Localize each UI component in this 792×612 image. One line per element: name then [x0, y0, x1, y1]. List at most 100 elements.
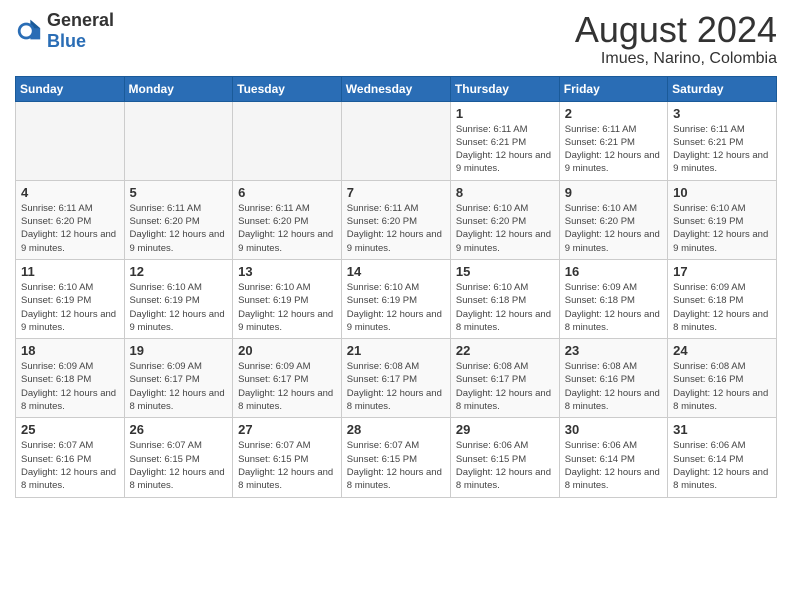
day-info: Sunrise: 6:06 AMSunset: 6:15 PMDaylight:…	[456, 439, 554, 492]
calendar-cell: 29 Sunrise: 6:06 AMSunset: 6:15 PMDayligh…	[450, 418, 559, 497]
day-number: 27	[238, 422, 336, 437]
calendar-cell: 3 Sunrise: 6:11 AMSunset: 6:21 PMDaylight…	[668, 101, 777, 180]
calendar-table: SundayMondayTuesdayWednesdayThursdayFrid…	[15, 76, 777, 498]
calendar-cell: 28 Sunrise: 6:07 AMSunset: 6:15 PMDayligh…	[341, 418, 450, 497]
calendar-cell: 16Sunrise: 6:09 AMSunset: 6:18 PMDayligh…	[559, 259, 667, 338]
calendar-week-row: 18Sunrise: 6:09 AMSunset: 6:18 PMDayligh…	[16, 339, 777, 418]
weekday-header-monday: Monday	[124, 76, 233, 101]
logo-blue: Blue	[47, 31, 86, 51]
day-info: Sunrise: 6:08 AMSunset: 6:16 PMDaylight:…	[673, 360, 771, 413]
day-number: 30	[565, 422, 662, 437]
weekday-header-saturday: Saturday	[668, 76, 777, 101]
day-info: Sunrise: 6:09 AMSunset: 6:17 PMDaylight:…	[130, 360, 228, 413]
calendar-cell: 11Sunrise: 6:10 AMSunset: 6:19 PMDayligh…	[16, 259, 125, 338]
day-info: Sunrise: 6:07 AMSunset: 6:16 PMDaylight:…	[21, 439, 119, 492]
day-info: Sunrise: 6:11 AMSunset: 6:20 PMDaylight:…	[347, 202, 445, 255]
day-info: Sunrise: 6:10 AMSunset: 6:19 PMDaylight:…	[347, 281, 445, 334]
day-info: Sunrise: 6:09 AMSunset: 6:18 PMDaylight:…	[673, 281, 771, 334]
day-info: Sunrise: 6:11 AMSunset: 6:21 PMDaylight:…	[673, 123, 771, 176]
day-number: 4	[21, 185, 119, 200]
calendar-week-row: 11 Sunrise: 6:10 AMSunset: 6:19 PMDayligh…	[16, 259, 777, 338]
day-info: Sunrise: 6:11 AMSunset: 6:21 PMDaylight:…	[565, 123, 662, 176]
day-number: 29	[456, 422, 554, 437]
weekday-header-friday: Friday	[559, 76, 667, 101]
calendar-week-row: 4 Sunrise: 6:11 AMSunset: 6:20 PMDaylight…	[16, 180, 777, 259]
day-number: 3	[673, 106, 771, 121]
calendar-cell: 2 Sunrise: 6:11 AMSunset: 6:21 PMDaylight…	[559, 101, 667, 180]
weekday-header-sunday: Sunday	[16, 76, 125, 101]
day-number: 12	[130, 264, 228, 279]
calendar-cell: 14 Sunrise: 6:10 AMSunset: 6:19 PMDayligh…	[341, 259, 450, 338]
calendar-cell: 23 Sunrise: 6:08 AMSunset: 6:16 PMDayligh…	[559, 339, 667, 418]
day-number: 8	[456, 185, 554, 200]
day-number: 23	[565, 343, 662, 358]
day-number: 17	[673, 264, 771, 279]
calendar-cell: 6 Sunrise: 6:11 AMSunset: 6:20 PMDaylight…	[233, 180, 342, 259]
calendar-cell: 26 Sunrise: 6:07 AMSunset: 6:15 PMDayligh…	[124, 418, 233, 497]
day-number: 5	[130, 185, 228, 200]
calendar-cell: 15Sunrise: 6:10 AMSunset: 6:18 PMDayligh…	[450, 259, 559, 338]
calendar-cell: 1 Sunrise: 6:11 AMSunset: 6:21 PMDaylight…	[450, 101, 559, 180]
calendar-cell: 17 Sunrise: 6:09 AMSunset: 6:18 PMDayligh…	[668, 259, 777, 338]
calendar-cell: 19Sunrise: 6:09 AMSunset: 6:17 PMDayligh…	[124, 339, 233, 418]
weekday-header-thursday: Thursday	[450, 76, 559, 101]
day-info: Sunrise: 6:06 AMSunset: 6:14 PMDaylight:…	[565, 439, 662, 492]
calendar-cell: 10 Sunrise: 6:10 AMSunset: 6:19 PMDayligh…	[668, 180, 777, 259]
day-info: Sunrise: 6:06 AMSunset: 6:14 PMDaylight:…	[673, 439, 771, 492]
day-info: Sunrise: 6:11 AMSunset: 6:20 PMDaylight:…	[238, 202, 336, 255]
day-info: Sunrise: 6:10 AMSunset: 6:19 PMDaylight:…	[130, 281, 228, 334]
location-subtitle: Imues, Narino, Colombia	[575, 50, 777, 68]
calendar-cell: 21 Sunrise: 6:08 AMSunset: 6:17 PMDayligh…	[341, 339, 450, 418]
calendar-cell: 5Sunrise: 6:11 AMSunset: 6:20 PMDaylight…	[124, 180, 233, 259]
day-info: Sunrise: 6:08 AMSunset: 6:17 PMDaylight:…	[347, 360, 445, 413]
day-number: 10	[673, 185, 771, 200]
calendar-cell: 4 Sunrise: 6:11 AMSunset: 6:20 PMDaylight…	[16, 180, 125, 259]
month-year-title: August 2024	[575, 10, 777, 50]
day-info: Sunrise: 6:10 AMSunset: 6:19 PMDaylight:…	[673, 202, 771, 255]
day-number: 24	[673, 343, 771, 358]
weekday-header-tuesday: Tuesday	[233, 76, 342, 101]
logo-text: General Blue	[47, 10, 114, 52]
day-info: Sunrise: 6:07 AMSunset: 6:15 PMDaylight:…	[347, 439, 445, 492]
day-info: Sunrise: 6:07 AMSunset: 6:15 PMDaylight:…	[130, 439, 228, 492]
calendar-header-row: SundayMondayTuesdayWednesdayThursdayFrid…	[16, 76, 777, 101]
calendar-cell	[341, 101, 450, 180]
calendar-week-row: 25 Sunrise: 6:07 AMSunset: 6:16 PMDayligh…	[16, 418, 777, 497]
logo-icon	[15, 17, 43, 45]
day-info: Sunrise: 6:10 AMSunset: 6:20 PMDaylight:…	[565, 202, 662, 255]
calendar-cell: 13 Sunrise: 6:10 AMSunset: 6:19 PMDayligh…	[233, 259, 342, 338]
calendar-cell: 18Sunrise: 6:09 AMSunset: 6:18 PMDayligh…	[16, 339, 125, 418]
day-number: 20	[238, 343, 336, 358]
day-info: Sunrise: 6:09 AMSunset: 6:17 PMDaylight:…	[238, 360, 336, 413]
weekday-header-wednesday: Wednesday	[341, 76, 450, 101]
day-info: Sunrise: 6:08 AMSunset: 6:17 PMDaylight:…	[456, 360, 554, 413]
calendar-cell: 20 Sunrise: 6:09 AMSunset: 6:17 PMDayligh…	[233, 339, 342, 418]
day-number: 22	[456, 343, 554, 358]
day-number: 7	[347, 185, 445, 200]
logo-general: General	[47, 10, 114, 30]
day-info: Sunrise: 6:11 AMSunset: 6:21 PMDaylight:…	[456, 123, 554, 176]
day-info: Sunrise: 6:10 AMSunset: 6:19 PMDaylight:…	[238, 281, 336, 334]
day-number: 9	[565, 185, 662, 200]
day-number: 21	[347, 343, 445, 358]
day-number: 11	[21, 264, 119, 279]
day-number: 14	[347, 264, 445, 279]
day-number: 18	[21, 343, 119, 358]
day-number: 2	[565, 106, 662, 121]
day-info: Sunrise: 6:10 AMSunset: 6:18 PMDaylight:…	[456, 281, 554, 334]
day-info: Sunrise: 6:08 AMSunset: 6:16 PMDaylight:…	[565, 360, 662, 413]
day-info: Sunrise: 6:10 AMSunset: 6:20 PMDaylight:…	[456, 202, 554, 255]
day-number: 6	[238, 185, 336, 200]
day-number: 1	[456, 106, 554, 121]
day-number: 13	[238, 264, 336, 279]
day-number: 25	[21, 422, 119, 437]
day-number: 26	[130, 422, 228, 437]
calendar-cell	[16, 101, 125, 180]
day-info: Sunrise: 6:09 AMSunset: 6:18 PMDaylight:…	[565, 281, 662, 334]
logo: General Blue	[15, 10, 114, 52]
calendar-cell: 22 Sunrise: 6:08 AMSunset: 6:17 PMDayligh…	[450, 339, 559, 418]
day-number: 28	[347, 422, 445, 437]
day-info: Sunrise: 6:11 AMSunset: 6:20 PMDaylight:…	[21, 202, 119, 255]
calendar-cell	[124, 101, 233, 180]
calendar-cell: 8 Sunrise: 6:10 AMSunset: 6:20 PMDaylight…	[450, 180, 559, 259]
